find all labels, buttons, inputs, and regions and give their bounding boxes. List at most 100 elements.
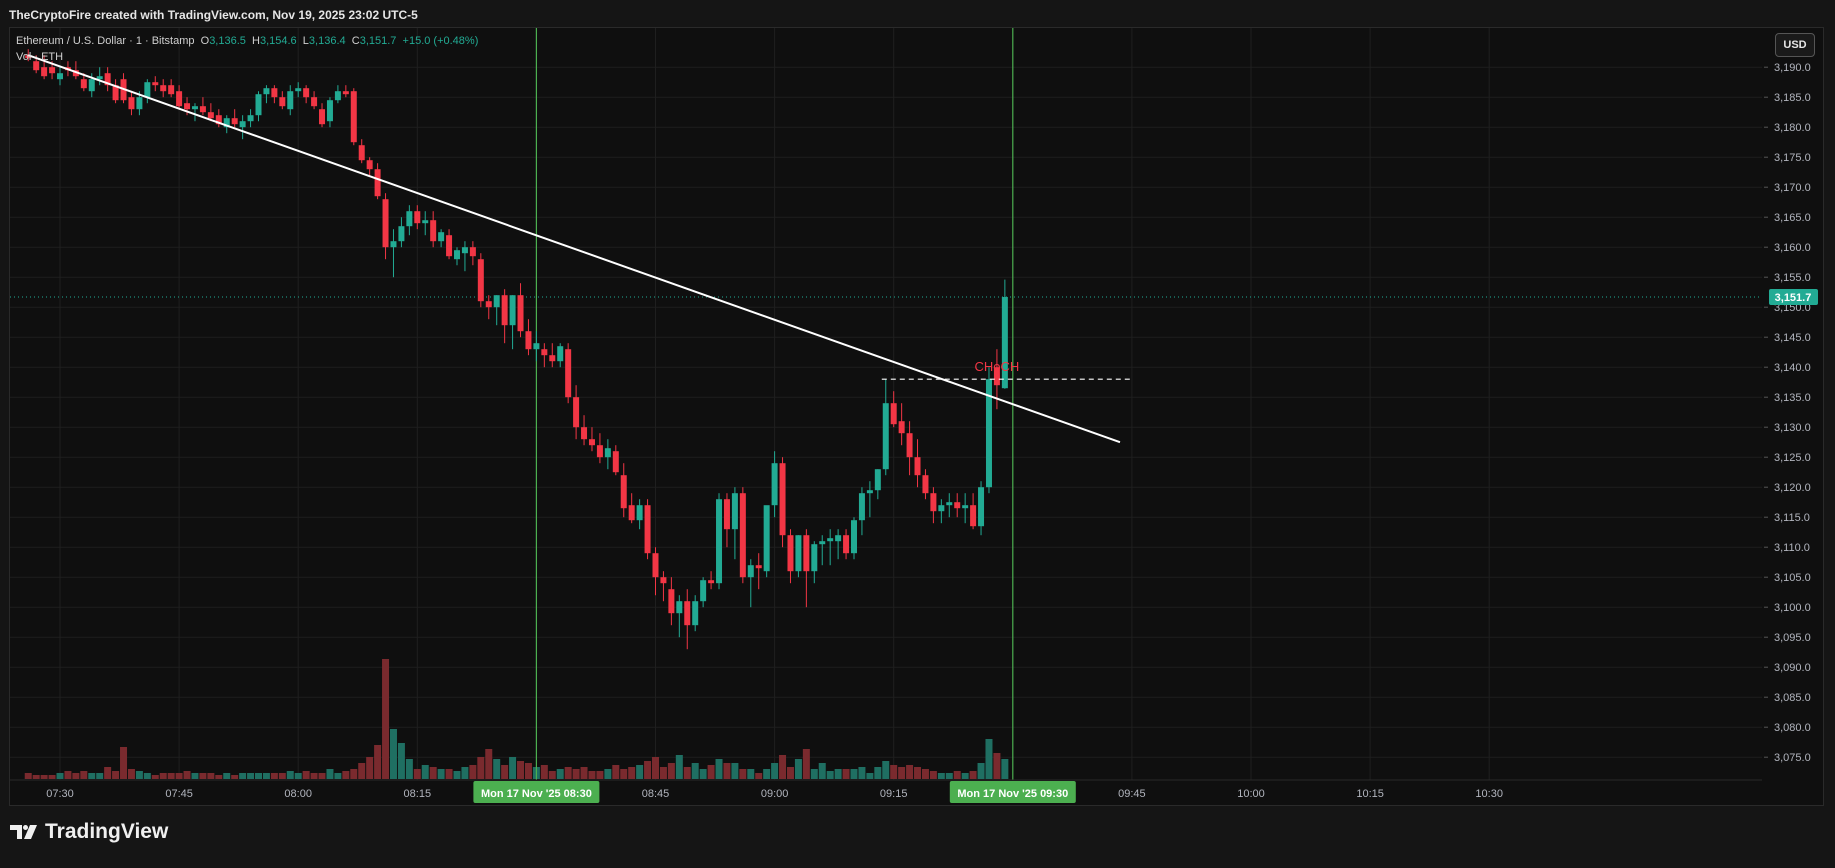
close-value: 3,151.7 [359,35,397,47]
candle [565,343,572,404]
volume-bar [524,763,532,779]
candle [596,433,603,464]
candle [906,421,913,476]
candle-body [978,487,985,527]
volume-bar [88,773,96,779]
candle-body [771,463,778,506]
volume-bar [501,765,509,779]
candle [851,517,857,560]
volume-bar [739,769,747,779]
time-highlight-label: Mon 17 Nov '25 09:30 [957,788,1068,800]
candle-body [858,493,865,521]
candle [644,499,651,560]
volume-bar [143,773,151,779]
candle [477,253,484,308]
volume-bar [318,773,326,779]
candle-body [874,469,881,491]
candle [199,97,206,116]
volume-bar [429,767,437,779]
price-tick-label: 3,185.0 [1774,92,1811,104]
volume-bar [247,773,255,779]
close-label: C [351,35,360,47]
candle [517,283,524,338]
candle-body [461,247,468,254]
last-price-tag-label: 3,151.7 [1775,292,1812,304]
candle-body [207,112,214,119]
volume-bar [286,771,294,779]
volume-bar [747,769,755,779]
volume-bar [64,771,72,779]
volume-bar [207,773,215,779]
price-tick-label: 3,125.0 [1774,452,1811,464]
candle [835,529,842,560]
candle-body [866,490,873,494]
volume-bar [977,763,985,779]
volume-bar [675,755,683,779]
candle-body [191,106,198,110]
volume-bar [358,763,366,779]
choch-label: CHoCH [975,359,1020,374]
volume-bar [167,773,175,779]
candle [493,295,500,326]
volume-bar [120,747,128,779]
candle-body [366,160,373,170]
candle-body [446,235,453,257]
symbol-name[interactable]: Ethereum / U.S. Dollar · 1 · Bitstamp [16,35,195,47]
candle-body [541,349,548,356]
volume-bar [667,763,675,779]
volume-bar [477,757,485,779]
candle [469,241,476,266]
candle [422,211,429,236]
volume-bar [683,767,691,779]
volume-bar [159,773,167,779]
candle-body [827,538,834,542]
currency-button[interactable]: USD [1775,33,1815,57]
time-tick-label: 09:45 [1118,788,1146,800]
candle [684,589,691,650]
candle-body [279,97,286,107]
candle [676,595,683,638]
candle [247,109,254,128]
volume-bar [104,767,112,779]
candle [231,109,238,128]
candle [612,445,619,476]
volume-bar [945,773,953,779]
volume-bar [858,767,866,779]
volume-bar [914,767,922,779]
tradingview-logo[interactable]: TradingView [10,820,168,844]
candle-body [247,115,254,122]
volume-bar [969,771,977,779]
volume-bar [826,771,834,779]
candle-body [303,88,310,98]
volume-bar [112,771,120,779]
candle [771,451,778,518]
candle [938,499,945,524]
candle [898,403,905,446]
time-tick-label: 07:30 [46,788,74,800]
volume-legend[interactable]: Vol · ETH [16,51,478,63]
volume-bar [723,763,731,779]
volume-bar [810,769,818,779]
candle-body [295,88,302,92]
candle-body [573,397,580,428]
candle-body [930,493,937,512]
candle [57,67,63,86]
candle-body [517,295,524,332]
volume-bar [469,765,477,779]
volume-bar [413,769,421,779]
candle [128,91,135,116]
candle-body [422,220,429,224]
volume-bar [636,765,644,779]
time-tick-label: 08:45 [642,788,670,800]
volume-bar [310,773,318,779]
time-tick-label: 10:15 [1356,788,1384,800]
candle [112,79,119,104]
symbol-legend: Ethereum / U.S. Dollar · 1 · Bitstamp O3… [16,35,478,63]
candle [581,415,588,446]
price-chart[interactable]: CHoCH 3,075.0 3,080.0 3,085.0 3,090.0 3,095.0… [0,0,1835,808]
candle [501,289,508,344]
candle-body [168,85,175,95]
time-tick-label: 08:15 [404,788,432,800]
volume-bar [366,757,374,779]
price-tick-label: 3,160.0 [1774,242,1811,254]
